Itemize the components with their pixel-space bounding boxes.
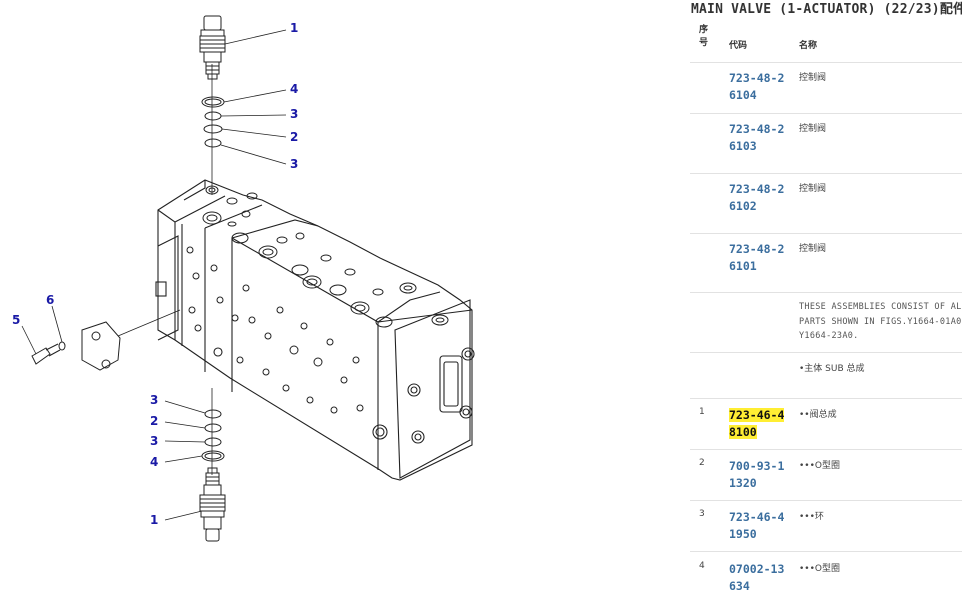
callout-number: 3: [290, 157, 298, 171]
part-code-link[interactable]: 700-93-11320: [729, 458, 789, 492]
callout-numbers: 1 4 3 2 3 6 5 3 2 3 4 1: [12, 21, 298, 527]
part-name: •••O型圈: [799, 564, 841, 574]
callout-number: 5: [12, 313, 20, 327]
part-code-link[interactable]: 723-48-26104: [729, 70, 789, 104]
part-name: ••阀总成: [799, 410, 837, 420]
valve-body: [155, 179, 475, 481]
divider: [690, 113, 962, 114]
callout-number: 1: [150, 513, 158, 527]
highlighted-code: 723-46-48100: [729, 408, 785, 439]
item-seq: 2: [699, 458, 705, 468]
part-name: 控制阀: [799, 184, 827, 194]
part-name: 控制阀: [799, 244, 827, 254]
callout-number: 3: [150, 434, 158, 448]
assembly-note: THESE ASSEMBLIES CONSIST OF ALL PARTS SH…: [799, 302, 962, 341]
callout-number: 6: [46, 293, 54, 307]
callout-number: 2: [150, 414, 158, 428]
divider: [690, 449, 962, 450]
part-code-link[interactable]: 723-46-48100: [729, 407, 789, 441]
front-face-ports: [186, 246, 364, 414]
callout-number: 4: [290, 82, 298, 96]
part-code-link[interactable]: 723-48-26101: [729, 241, 789, 275]
divider: [690, 398, 962, 399]
divider: [690, 551, 962, 552]
part-code-link[interactable]: 723-48-26102: [729, 181, 789, 215]
callout-number: 3: [290, 107, 298, 121]
item-seq: 3: [699, 509, 705, 519]
header-name: 名称: [799, 41, 818, 51]
bottom-cartridge: [199, 467, 226, 542]
part-code-link[interactable]: 723-48-26103: [729, 121, 789, 155]
part-code-link[interactable]: 723-46-41950: [729, 509, 789, 543]
top-face-ports: [202, 185, 449, 328]
divider: [690, 352, 962, 353]
header-code: 代码: [729, 41, 748, 51]
divider: [690, 62, 962, 63]
sub-assembly-label: •主体 SUB 总成: [799, 364, 865, 374]
header-seq: 序号: [699, 25, 709, 48]
parts-list-panel: MAIN VALVE (1-ACTUATOR) (22/23)配件详情 序号 代…: [690, 0, 962, 597]
top-cartridge: [199, 15, 226, 80]
callout-number: 3: [150, 393, 158, 407]
item-seq: 4: [699, 561, 705, 571]
exploded-valve-diagram: 1 4 3 2 3 6 5 3 2 3 4 1: [12, 15, 475, 542]
divider: [690, 500, 962, 501]
item-seq: 1: [699, 407, 705, 417]
divider: [690, 292, 962, 293]
parts-list-title: MAIN VALVE (1-ACTUATOR) (22/23)配件详情: [691, 2, 962, 17]
side-cap: [31, 309, 181, 371]
divider: [690, 173, 962, 174]
divider: [690, 233, 962, 234]
part-name: •••O型圈: [799, 461, 841, 471]
part-name: 控制阀: [799, 124, 827, 134]
callout-number: 1: [290, 21, 298, 35]
part-name: •••环: [799, 512, 824, 522]
part-name: 控制阀: [799, 73, 827, 83]
callout-number: 4: [150, 455, 158, 469]
parts-table-header: 序号 代码 名称: [690, 22, 962, 62]
callout-number: 2: [290, 130, 298, 144]
part-code-link[interactable]: 07002-13634: [729, 561, 789, 595]
